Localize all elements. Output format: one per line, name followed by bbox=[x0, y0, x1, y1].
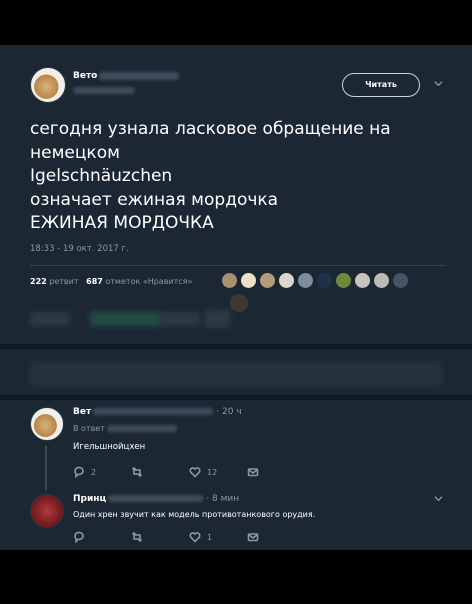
reply-actions: 1 bbox=[73, 531, 259, 543]
retweet-label[interactable]: ретвит bbox=[49, 277, 78, 286]
author-name[interactable]: Вето bbox=[73, 71, 180, 81]
heart-icon bbox=[189, 467, 201, 478]
tweet-text: сегодня узнала ласковое обращение на нем… bbox=[30, 118, 450, 236]
tweet-stats: 222 ретвит 687 отметок «Нравится» bbox=[30, 277, 192, 286]
like-button[interactable]: 1 bbox=[189, 531, 247, 543]
reply-author-name[interactable]: Принц · 8 мин bbox=[73, 494, 239, 504]
reply-time[interactable]: · 8 мин bbox=[206, 494, 239, 504]
divider bbox=[30, 265, 445, 266]
redacted-reply-box bbox=[30, 362, 442, 386]
reply-to-line: В ответ bbox=[73, 424, 178, 433]
redacted-actions bbox=[205, 310, 230, 328]
retweet-button[interactable] bbox=[131, 531, 189, 543]
liker-avatar[interactable] bbox=[229, 293, 249, 313]
reply-actions: 2 12 bbox=[73, 466, 259, 478]
reply-text: Игельшнойцхен bbox=[73, 442, 146, 452]
envelope-icon bbox=[247, 533, 259, 542]
liker-avatar[interactable] bbox=[316, 272, 333, 289]
retweet-icon bbox=[131, 466, 143, 478]
reply-text: Один хрен звучит как модель противотанко… bbox=[73, 510, 316, 519]
retweet-icon bbox=[131, 531, 143, 543]
tweet-timestamp[interactable]: 18:33 - 19 окт. 2017 г. bbox=[30, 244, 129, 254]
liker-avatar[interactable] bbox=[240, 272, 257, 289]
liker-avatar[interactable] bbox=[297, 272, 314, 289]
liker-avatar[interactable] bbox=[354, 272, 371, 289]
retweet-button[interactable] bbox=[131, 466, 189, 478]
retweet-count[interactable]: 222 bbox=[30, 277, 47, 286]
tweet-line: сегодня узнала ласковое обращение на bbox=[30, 119, 391, 139]
tweet-line: немецком bbox=[30, 142, 120, 163]
redacted-actions bbox=[30, 312, 70, 326]
message-button[interactable] bbox=[247, 531, 259, 543]
reply-avatar[interactable] bbox=[30, 494, 64, 528]
tweet-line: Igelschnäuzchen bbox=[30, 166, 173, 186]
liker-avatar[interactable] bbox=[259, 272, 276, 289]
liker-avatar[interactable] bbox=[278, 272, 295, 289]
section-separator bbox=[0, 344, 472, 349]
tweet-line: ЕЖИНАЯ МОРДОЧКА bbox=[30, 213, 214, 233]
liker-avatar[interactable] bbox=[221, 272, 238, 289]
reply-icon bbox=[74, 531, 84, 543]
like-button[interactable]: 12 bbox=[189, 466, 247, 478]
thread-line bbox=[45, 446, 47, 490]
redacted-actions bbox=[160, 312, 200, 326]
like-count[interactable]: 687 bbox=[86, 277, 103, 286]
message-button[interactable] bbox=[247, 466, 259, 478]
envelope-icon bbox=[247, 468, 259, 477]
liker-avatar[interactable] bbox=[373, 272, 390, 289]
chevron-down-icon[interactable] bbox=[434, 79, 443, 91]
like-label[interactable]: отметок «Нравится» bbox=[105, 277, 192, 286]
reply-button[interactable] bbox=[73, 531, 131, 543]
liker-avatar[interactable] bbox=[335, 272, 352, 289]
reply-avatar[interactable] bbox=[30, 407, 64, 441]
reply-button[interactable]: 2 bbox=[73, 466, 131, 478]
reply-author-name[interactable]: Вет · 20 ч bbox=[73, 407, 242, 417]
follow-button[interactable]: Читать bbox=[342, 73, 420, 97]
redacted-name bbox=[93, 408, 214, 415]
redacted-handle bbox=[107, 425, 178, 432]
redacted-name bbox=[108, 495, 204, 502]
heart-icon bbox=[189, 532, 201, 543]
section-separator bbox=[0, 395, 472, 400]
reply-icon bbox=[74, 466, 84, 478]
liker-avatar[interactable] bbox=[392, 272, 409, 289]
liker-avatars bbox=[221, 272, 409, 289]
redacted-handle bbox=[73, 87, 135, 94]
tweet-line: означает ежиная мордочка bbox=[30, 189, 279, 210]
redacted-name bbox=[99, 71, 180, 80]
author-handle[interactable] bbox=[73, 86, 135, 95]
redacted-actions bbox=[90, 312, 160, 326]
reply-time[interactable]: · 20 ч bbox=[216, 407, 241, 417]
author-avatar[interactable] bbox=[30, 67, 66, 103]
chevron-down-icon[interactable] bbox=[434, 494, 443, 506]
